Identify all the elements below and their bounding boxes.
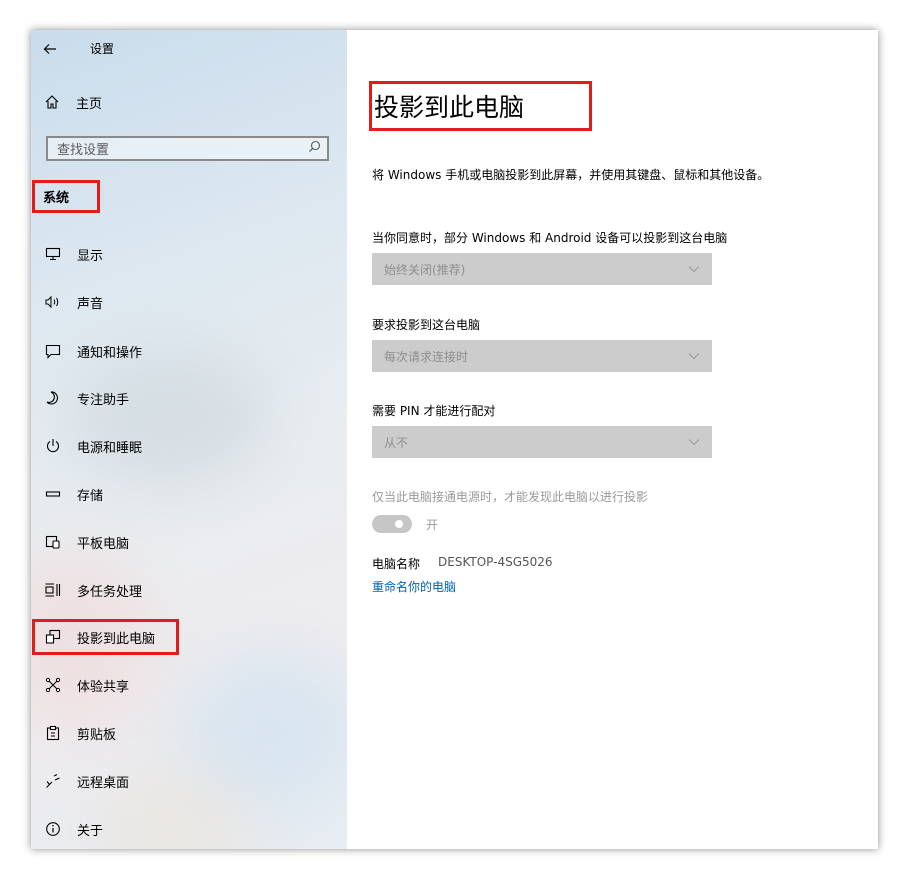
toggle-state-label: 开 [426,517,439,532]
sidebar-item-shared-experiences[interactable]: 体验共享 [43,673,129,697]
page-title: 投影到此电脑 [369,81,592,131]
sidebar-item-sound[interactable]: 声音 [43,290,103,314]
search-input[interactable]: 查找设置 [46,136,329,161]
availability-dropdown[interactable]: 始终关闭(推荐) [372,253,712,285]
sidebar-item-project-to-pc[interactable]: 投影到此电脑 [31,619,180,655]
sidebar-item-clipboard[interactable]: 剪贴板 [43,721,116,745]
home-icon [43,93,61,111]
setting-label-availability: 当你同意时，部分 Windows 和 Android 设备可以投影到这台电脑 [372,231,728,245]
sidebar-item-about[interactable]: 关于 [43,817,103,841]
back-arrow-icon[interactable] [43,41,57,55]
pc-name-value: DESKTOP-4SG5026 [438,555,553,569]
require-pin-dropdown[interactable]: 从不 [372,426,712,458]
toggle-knob [395,520,403,528]
sidebar-item-label: 多任务处理 [77,584,143,600]
search-icon[interactable] [308,140,321,157]
power-discovery-toggle[interactable] [372,515,412,533]
sidebar-item-label: 专注助手 [77,392,130,408]
info-icon [43,820,63,838]
sidebar-item-label: 通知和操作 [77,345,143,361]
main-content: 投影到此电脑 将 Windows 手机或电脑投影到此屏幕，并使用其键盘、鼠标和其… [347,30,878,849]
sidebar-item-remote-desktop[interactable]: 远程桌面 [43,769,129,793]
setting-label-ask-to-project: 要求投影到这台电脑 [372,318,481,332]
clipboard-icon [43,724,63,742]
chevron-down-icon [688,349,700,363]
chevron-down-icon [688,262,700,276]
power-icon [43,437,63,455]
sidebar-item-label: 投影到此电脑 [77,631,156,647]
sidebar-item-power[interactable]: 电源和睡眠 [43,434,142,458]
monitor-icon [43,245,63,263]
ask-to-project-dropdown[interactable]: 每次请求连接时 [372,340,712,372]
sidebar-item-label: 体验共享 [77,679,130,695]
sidebar-item-label: 平板电脑 [77,536,130,552]
sidebar-item-notifications[interactable]: 通知和操作 [43,339,142,363]
multitask-icon [43,581,63,599]
power-discovery-toggle-row: 开 [372,515,438,533]
sidebar-item-multitasking[interactable]: 多任务处理 [43,578,142,602]
sidebar-item-label: 剪贴板 [77,727,117,743]
tablet-icon [43,533,63,551]
sidebar-item-storage[interactable]: 存储 [43,482,103,506]
settings-window: 设置 主页 查找设置 系统 显示 声音 通知和操作 专注助手 电源和睡眠 存储 … [31,30,878,849]
project-icon [43,628,63,646]
sidebar-item-label: 关于 [77,823,104,839]
page-description: 将 Windows 手机或电脑投影到此屏幕，并使用其键盘、鼠标和其他设备。 [372,168,770,182]
dropdown-value: 始终关闭(推荐) [384,262,466,277]
power-discovery-label: 仅当此电脑接通电源时，才能发现此电脑以进行投影 [372,490,649,504]
sidebar-item-display[interactable]: 显示 [43,242,103,266]
sidebar-item-label: 存储 [77,488,104,504]
storage-icon [43,485,63,503]
sidebar-item-label: 显示 [77,248,104,264]
pc-name-label: 电脑名称 [372,557,421,571]
sidebar-item-label: 声音 [77,296,104,312]
speaker-icon [43,293,63,311]
dropdown-value: 每次请求连接时 [384,349,469,364]
setting-label-require-pin: 需要 PIN 才能进行配对 [372,404,496,418]
rename-pc-link[interactable]: 重命名你的电脑 [372,578,456,595]
title-bar: 设置 [43,36,114,60]
chevron-down-icon [688,435,700,449]
share-icon [43,676,63,694]
remote-desktop-icon [43,772,63,790]
sidebar-item-label: 远程桌面 [77,775,130,791]
search-placeholder: 查找设置 [57,143,110,158]
home-label: 主页 [76,96,103,112]
notification-icon [43,342,63,360]
sidebar-item-home[interactable]: 主页 [43,90,102,114]
sidebar-item-tablet[interactable]: 平板电脑 [43,530,129,554]
sidebar: 设置 主页 查找设置 系统 显示 声音 通知和操作 专注助手 电源和睡眠 存储 … [31,30,347,849]
section-title-system: 系统 [32,180,100,213]
dropdown-value: 从不 [384,435,409,450]
sidebar-item-focus-assist[interactable]: 专注助手 [43,386,129,410]
sidebar-item-label: 电源和睡眠 [77,440,143,456]
pc-name-row: 电脑名称 DESKTOP-4SG5026 [372,555,553,572]
moon-icon [43,389,63,407]
window-title: 设置 [90,41,115,56]
